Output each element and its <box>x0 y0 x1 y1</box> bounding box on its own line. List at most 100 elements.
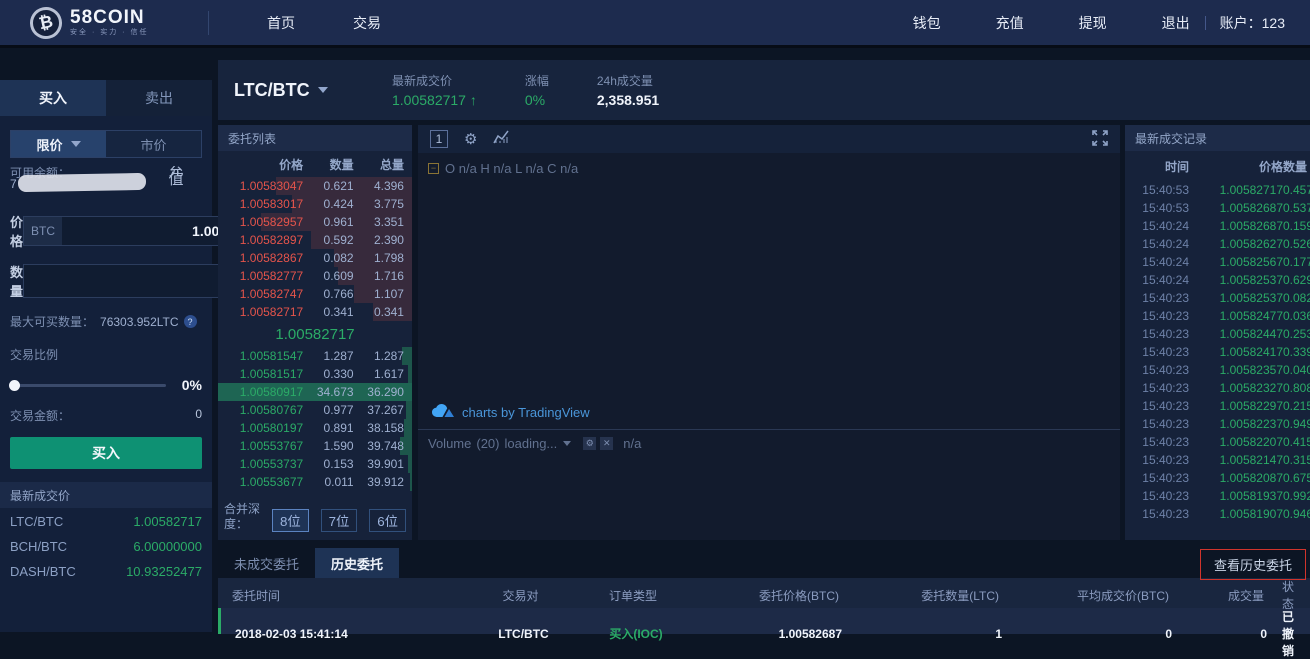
ratio-slider[interactable] <box>10 384 166 387</box>
trade-qty: 0.992 <box>1283 489 1310 503</box>
tab-open-orders[interactable]: 未成交委托 <box>218 548 315 578</box>
tab-sell[interactable]: 卖出 <box>106 80 212 116</box>
bid-row[interactable]: 1.00553737 0.153 39.901 <box>218 455 412 473</box>
merge-depth-option[interactable]: 6位 <box>369 509 406 532</box>
trade-qty: 0.808 <box>1283 381 1310 395</box>
bid-qty: 1.590 <box>303 439 353 453</box>
trade-time: 15:40:23 <box>1133 471 1189 485</box>
ask-qty: 0.961 <box>303 215 353 229</box>
trade-time: 15:40:24 <box>1133 237 1189 251</box>
help-icon[interactable]: ? <box>184 315 197 328</box>
col-price: 价格 <box>1189 158 1283 175</box>
bid-row[interactable]: 1.00553767 1.590 39.748 <box>218 437 412 455</box>
study-remove-icon[interactable]: ✕ <box>600 437 613 450</box>
view-history-button[interactable]: 查看历史委托 <box>1200 549 1306 580</box>
ask-row[interactable]: 1.00582957 0.961 3.351 <box>218 213 412 231</box>
ask-price: 1.00582777 <box>224 269 303 283</box>
pair-price-row[interactable]: BCH/BTC 6.00000000 <box>10 535 202 558</box>
gear-icon[interactable]: ⚙ <box>464 130 477 148</box>
order-type-market[interactable]: 市价 <box>106 131 201 157</box>
navbar-underline <box>0 45 1310 48</box>
bid-row[interactable]: 1.00581547 1.287 1.287 <box>218 347 412 365</box>
chevron-down-icon[interactable] <box>563 441 571 446</box>
trade-row: 15:40:23 1.00582237 0.949 <box>1125 415 1310 433</box>
ask-price: 1.00583047 <box>224 179 303 193</box>
collapse-icon[interactable]: − <box>428 163 439 174</box>
nav-link[interactable]: 提现 <box>1079 13 1107 33</box>
bid-qty: 0.011 <box>303 475 353 489</box>
trade-row: 15:40:23 1.00582417 0.339 <box>1125 343 1310 361</box>
bid-qty: 0.891 <box>303 421 353 435</box>
ask-row[interactable]: 1.00583017 0.424 3.775 <box>218 195 412 213</box>
amount-input[interactable] <box>24 265 236 297</box>
pair-selector[interactable]: LTC/BTC <box>234 80 344 101</box>
merge-depth-option[interactable]: 8位 <box>272 509 309 532</box>
ask-row[interactable]: 1.00582717 0.341 0.341 <box>218 303 412 321</box>
bid-qty: 0.330 <box>303 367 353 381</box>
nav-link[interactable]: 充值 <box>996 13 1024 33</box>
trade-row: 15:40:23 1.00582537 0.082 <box>1125 289 1310 307</box>
current-price: 1.00582717 <box>218 321 412 347</box>
study-settings-icon[interactable]: ⚙ <box>583 437 596 450</box>
ask-row[interactable]: 1.00582747 0.766 1.107 <box>218 285 412 303</box>
change-label: 涨幅 <box>525 72 549 89</box>
pair-price-row[interactable]: DASH/BTC 10.93252477 <box>10 560 202 583</box>
pair-price-row[interactable]: LTC/BTC 1.00582717 <box>10 510 202 533</box>
trade-price: 1.00581907 <box>1189 507 1283 521</box>
order-time: 2018-02-03 15:41:14 <box>221 627 471 641</box>
trade-price: 1.00582087 <box>1189 471 1283 485</box>
tab-buy[interactable]: 买入 <box>0 80 106 116</box>
col-order-type: 订单类型 <box>573 587 693 604</box>
trade-price: 1.00582537 <box>1189 273 1283 287</box>
interval-button[interactable]: 1 <box>430 130 448 148</box>
nav-link[interactable]: 退出 <box>1162 13 1190 33</box>
trade-qty: 0.537 <box>1283 201 1310 215</box>
order-filled-volume: 0 <box>1176 627 1271 641</box>
pair-name: BCH/BTC <box>10 539 67 554</box>
nav-link[interactable]: 钱包 <box>913 13 941 33</box>
max-buy-value: 76303.952LTC <box>100 315 179 329</box>
bid-price: 1.00581517 <box>224 367 303 381</box>
order-type: 买入(IOC) <box>576 625 696 642</box>
ask-row[interactable]: 1.00582777 0.609 1.716 <box>218 267 412 285</box>
order-history-row[interactable]: 2018-02-03 15:41:14 LTC/BTC 买入(IOC) 1.00… <box>218 608 1310 634</box>
trade-price: 1.00582327 <box>1189 381 1283 395</box>
chart-style-icon[interactable] <box>493 130 509 148</box>
bid-row[interactable]: 1.00580197 0.891 38.158 <box>218 419 412 437</box>
trade-price: 1.00581937 <box>1189 489 1283 503</box>
merge-depth-option[interactable]: 7位 <box>321 509 358 532</box>
ask-total: 3.775 <box>354 197 404 211</box>
col-order-time: 委托时间 <box>218 587 468 604</box>
tab-order-history[interactable]: 历史委托 <box>315 548 399 578</box>
ask-row[interactable]: 1.00583047 0.621 4.396 <box>218 177 412 195</box>
slider-thumb[interactable] <box>9 380 20 391</box>
nav-link[interactable]: 交易 <box>353 13 381 33</box>
bid-row[interactable]: 1.00580767 0.977 37.267 <box>218 401 412 419</box>
ask-qty: 0.592 <box>303 233 353 247</box>
trade-qty: 0.253 <box>1283 327 1310 341</box>
bid-row[interactable]: 1.00553677 0.011 39.912 <box>218 473 412 491</box>
trade-time: 15:40:23 <box>1133 345 1189 359</box>
order-type-limit[interactable]: 限价 <box>11 131 106 157</box>
nav-links-left: 首页 交易 <box>209 13 381 33</box>
bid-total: 36.290 <box>354 385 404 399</box>
bid-row[interactable]: 1.00580917 34.673 36.290 <box>218 383 412 401</box>
fullscreen-icon[interactable] <box>1092 130 1108 149</box>
ask-row[interactable]: 1.00582867 0.082 1.798 <box>218 249 412 267</box>
available-balance-value: 7 <box>10 177 17 191</box>
nav-links-right: 钱包充值提现退出 账户：123 <box>913 13 1310 33</box>
bid-row[interactable]: 1.00581517 0.330 1.617 <box>218 365 412 383</box>
chart-plot-area[interactable]: − O n/a H n/a L n/a C n/a charts by Trad… <box>418 153 1120 540</box>
deposit-link[interactable]: 充值 <box>168 166 184 192</box>
order-pair: LTC/BTC <box>471 627 576 641</box>
ask-qty: 0.082 <box>303 251 353 265</box>
trade-price: 1.00582297 <box>1189 399 1283 413</box>
trade-row: 15:40:24 1.00582567 0.177 <box>1125 253 1310 271</box>
buy-button[interactable]: 买入 <box>10 437 202 469</box>
logo[interactable]: ₿ 58COIN 安全 · 实力 · 信任 <box>30 7 180 39</box>
pair-price-list: LTC/BTC 1.00582717 BCH/BTC 6.00000000 DA… <box>10 510 202 583</box>
ask-row[interactable]: 1.00582897 0.592 2.390 <box>218 231 412 249</box>
nav-link[interactable]: 首页 <box>267 13 295 33</box>
trade-row: 15:40:24 1.00582627 0.526 <box>1125 235 1310 253</box>
tradingview-credit[interactable]: charts by TradingView <box>462 405 590 420</box>
